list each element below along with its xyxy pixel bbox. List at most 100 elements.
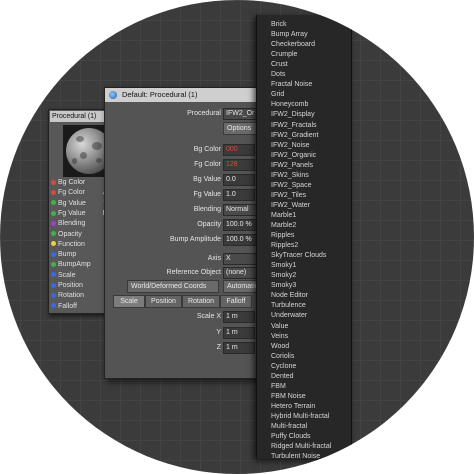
blending-dropdown[interactable]: Normal bbox=[223, 204, 259, 216]
bg-color-label: Bg Color bbox=[193, 146, 221, 153]
menu-item[interactable]: Coriolis bbox=[271, 352, 294, 361]
node-input-port[interactable]: Rotation bbox=[51, 291, 84, 300]
bump-amplitude-field[interactable]: 100.0 % bbox=[223, 234, 259, 246]
menu-item[interactable]: IFW2_Noise bbox=[271, 141, 310, 150]
input-connector-icon[interactable] bbox=[51, 231, 56, 237]
menu-item[interactable]: Hybrid Multi-fractal bbox=[271, 412, 329, 421]
procedural-label: Procedural bbox=[187, 110, 221, 117]
menu-item[interactable]: Hetero Terrain bbox=[271, 402, 315, 411]
node-input-port[interactable]: Position bbox=[51, 281, 83, 290]
input-connector-icon[interactable] bbox=[51, 272, 56, 278]
menu-item[interactable]: Puffy Clouds bbox=[271, 432, 311, 441]
menu-item[interactable]: Brick bbox=[271, 20, 287, 29]
node-input-port[interactable]: Falloff bbox=[51, 302, 77, 311]
menu-item[interactable]: Dented bbox=[271, 372, 294, 381]
fg-value-field[interactable]: 1.0 bbox=[223, 189, 255, 201]
input-connector-icon[interactable] bbox=[51, 220, 56, 226]
menu-item[interactable]: Underwater bbox=[271, 311, 307, 320]
input-connector-icon[interactable] bbox=[51, 292, 56, 298]
opacity-field[interactable]: 100.0 % bbox=[223, 219, 259, 231]
menu-item[interactable]: Bump Array bbox=[271, 30, 308, 39]
input-connector-icon[interactable] bbox=[51, 251, 56, 257]
reference-object-label: Reference Object bbox=[166, 269, 221, 276]
input-connector-icon[interactable] bbox=[51, 179, 56, 185]
node-input-port[interactable]: Bump bbox=[51, 250, 76, 259]
menu-item[interactable]: Marble2 bbox=[271, 221, 296, 230]
blending-label: Blending bbox=[193, 206, 221, 213]
menu-item[interactable]: Ripples2 bbox=[271, 241, 298, 250]
menu-item[interactable]: IFW2_Panels bbox=[271, 161, 313, 170]
menu-item[interactable]: IFW2_Skins bbox=[271, 171, 309, 180]
menu-item[interactable]: FBM Noise bbox=[271, 392, 306, 401]
menu-item[interactable]: IFW2_Fractals bbox=[271, 121, 317, 130]
node-input-port[interactable]: Bg Color bbox=[51, 178, 85, 187]
node-input-port[interactable]: Fg Value bbox=[51, 209, 86, 218]
node-input-port[interactable]: Blending bbox=[51, 219, 85, 228]
bg-color-field[interactable]: 000 bbox=[223, 144, 255, 156]
input-connector-icon[interactable] bbox=[51, 189, 56, 195]
node-input-port[interactable]: Function bbox=[51, 240, 85, 249]
node-input-label: Bump bbox=[58, 251, 77, 259]
menu-item[interactable]: Marble1 bbox=[271, 211, 296, 220]
menu-item[interactable]: Smoky2 bbox=[271, 271, 296, 280]
menu-item[interactable]: Value bbox=[271, 322, 288, 331]
menu-item[interactable]: Ripples bbox=[271, 231, 294, 240]
menu-item[interactable]: IFW2_Space bbox=[271, 181, 311, 190]
menu-item[interactable]: IFW2_Gradient bbox=[271, 131, 318, 140]
menu-item[interactable]: Grid bbox=[271, 90, 284, 99]
axis-dropdown[interactable]: X bbox=[223, 253, 259, 265]
input-connector-icon[interactable] bbox=[51, 282, 56, 288]
tab-rotation[interactable]: Rotation bbox=[182, 295, 220, 308]
node-editor-canvas[interactable]: Procedural (1) ▾ Bg ColorFg ColorBg Valu… bbox=[0, 0, 474, 474]
node-input-port[interactable]: Opacity bbox=[51, 230, 82, 239]
node-input-port[interactable]: Fg Color bbox=[51, 188, 85, 197]
menu-item[interactable]: Checkerboard bbox=[271, 40, 315, 49]
menu-item[interactable]: Crust bbox=[271, 60, 288, 69]
menu-item[interactable]: Node Editor bbox=[271, 291, 308, 300]
node-input-port[interactable]: BumpAmp bbox=[51, 260, 91, 269]
menu-item[interactable]: Multi-fractal bbox=[271, 422, 307, 431]
input-connector-icon[interactable] bbox=[51, 241, 56, 247]
panel-title: Default: Procedural (1) bbox=[122, 90, 198, 99]
node-input-label: Opacity bbox=[58, 230, 82, 238]
menu-item[interactable]: Turbulence bbox=[271, 301, 306, 310]
tab-position[interactable]: Position bbox=[145, 295, 182, 308]
axis-label: Axis bbox=[207, 255, 221, 262]
tab-scale[interactable]: Scale bbox=[113, 295, 145, 308]
menu-item[interactable]: IFW2_Tiles bbox=[271, 191, 306, 200]
menu-item[interactable]: FBM bbox=[271, 382, 286, 391]
menu-item[interactable]: Smoky3 bbox=[271, 281, 296, 290]
menu-item[interactable]: Wood bbox=[271, 342, 289, 351]
procedural-type-menu[interactable]: Brick Bump Array Checkerboard Crumple Crust D… bbox=[256, 15, 352, 461]
node-input-port[interactable]: Scale bbox=[51, 271, 76, 280]
scale-z-field[interactable]: 1 m bbox=[223, 342, 255, 354]
menu-item[interactable]: Dots bbox=[271, 70, 285, 79]
node-input-port[interactable]: Bg Value bbox=[51, 199, 86, 208]
input-connector-icon[interactable] bbox=[51, 262, 56, 268]
node-input-label: Fg Color bbox=[58, 189, 85, 197]
fg-color-field[interactable]: 128 bbox=[223, 159, 255, 171]
menu-item[interactable]: Fractal Noise bbox=[271, 80, 312, 89]
tab-falloff[interactable]: Falloff bbox=[220, 295, 252, 308]
node-input-label: Scale bbox=[58, 271, 76, 279]
input-connector-icon[interactable] bbox=[51, 210, 56, 216]
scale-x-field[interactable]: 1 m bbox=[223, 311, 255, 323]
input-connector-icon[interactable] bbox=[51, 303, 56, 309]
menu-item[interactable]: Crumple bbox=[271, 50, 297, 59]
scale-y-field[interactable]: 1 m bbox=[223, 327, 255, 339]
menu-item[interactable]: Turbulent Noise bbox=[271, 452, 320, 461]
menu-item[interactable]: Veins bbox=[271, 332, 288, 341]
world-coords-button[interactable]: World/Deformed Coords bbox=[127, 280, 219, 293]
reference-object-dropdown[interactable]: (none) bbox=[223, 267, 259, 279]
menu-item[interactable]: Honeycomb bbox=[271, 100, 308, 109]
menu-item[interactable]: IFW2_Organic bbox=[271, 151, 316, 160]
bg-value-field[interactable]: 0.0 bbox=[223, 174, 255, 186]
menu-item[interactable]: Ridged Multi-fractal bbox=[271, 442, 331, 451]
menu-item[interactable]: IFW2_Water bbox=[271, 201, 310, 210]
menu-item[interactable]: SkyTracer Clouds bbox=[271, 251, 326, 260]
menu-item[interactable]: Smoky1 bbox=[271, 261, 296, 270]
input-connector-icon[interactable] bbox=[51, 200, 56, 206]
node-input-label: BumpAmp bbox=[58, 261, 91, 269]
menu-item[interactable]: IFW2_Display bbox=[271, 110, 315, 119]
menu-item[interactable]: Cyclone bbox=[271, 362, 296, 371]
